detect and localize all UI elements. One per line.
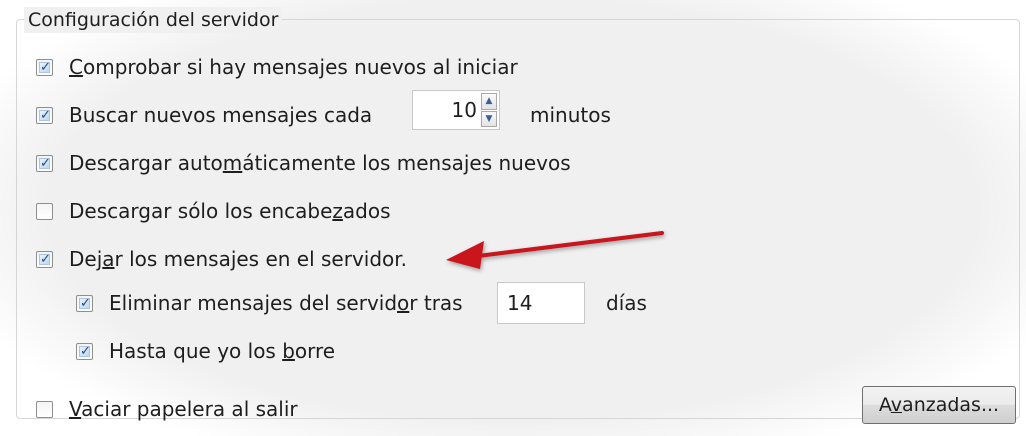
checkmark-icon: ✓ [40,59,51,75]
checkmark-icon: ✓ [80,295,91,311]
checkmark-icon: ✓ [40,155,51,171]
checkmark-icon: ✓ [40,251,51,267]
checkmark-icon: ✓ [80,343,91,359]
checkmark-icon: ✓ [40,107,51,123]
server-settings-section: Configuración del servidor ✓ Comprobar s… [0,0,1026,436]
red-arrow-icon [446,231,664,269]
